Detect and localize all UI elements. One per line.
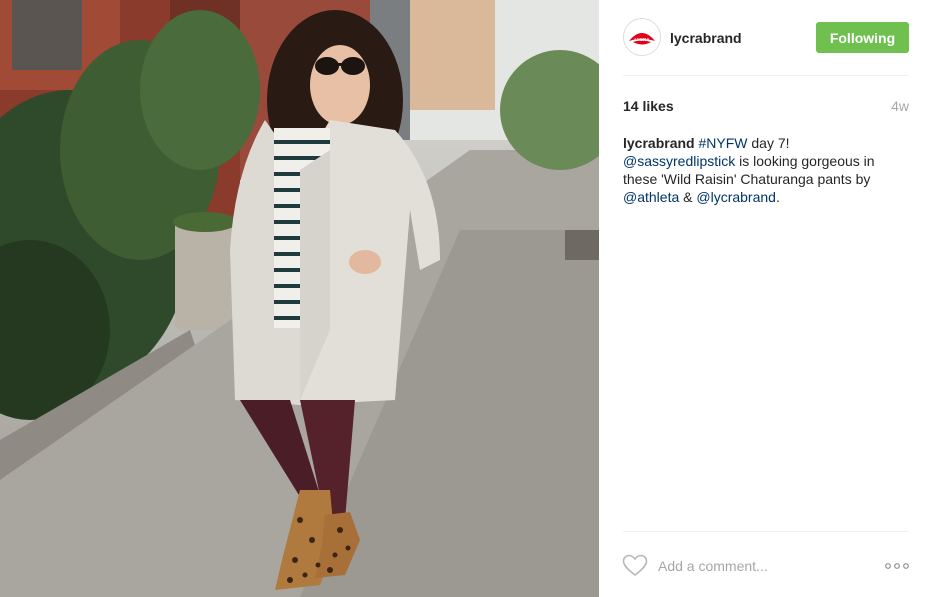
mention-link[interactable]: @lycrabrand xyxy=(696,189,776,205)
mention-link[interactable]: @sassyredlipstick xyxy=(623,153,735,169)
lycra-logo-text: LYCRA xyxy=(634,37,650,42)
profile-avatar[interactable]: LYCRA xyxy=(623,18,661,56)
caption-text-4: . xyxy=(775,189,780,205)
likes-count[interactable]: 14 likes xyxy=(623,98,674,114)
post-time[interactable]: 4w xyxy=(891,98,909,114)
heart-outline-icon[interactable] xyxy=(622,554,648,578)
lycra-logo-icon: LYCRA xyxy=(624,19,660,55)
street-fashion-photo xyxy=(0,0,599,597)
hashtag-link[interactable]: #NYFW xyxy=(698,135,747,151)
post-photo[interactable] xyxy=(0,0,599,597)
following-button[interactable]: Following xyxy=(816,22,909,53)
comment-input[interactable] xyxy=(658,556,868,576)
post-sidebar: LYCRA lycrabrand Following 14 likes 4w l… xyxy=(599,0,932,597)
post-container: LYCRA lycrabrand Following 14 likes 4w l… xyxy=(0,0,932,597)
caption-author[interactable]: lycrabrand xyxy=(623,135,695,151)
caption-text-3: & xyxy=(679,189,697,205)
caption-text-1: day 7! xyxy=(747,135,790,151)
username-link[interactable]: lycrabrand xyxy=(670,30,742,46)
post-actions xyxy=(622,531,909,597)
post-caption: lycrabrand #NYFW day 7! @sassyredlipstic… xyxy=(623,134,903,206)
post-header: LYCRA lycrabrand Following xyxy=(623,18,909,76)
mention-link[interactable]: @athleta xyxy=(623,189,679,205)
ellipsis-icon[interactable] xyxy=(885,562,909,570)
